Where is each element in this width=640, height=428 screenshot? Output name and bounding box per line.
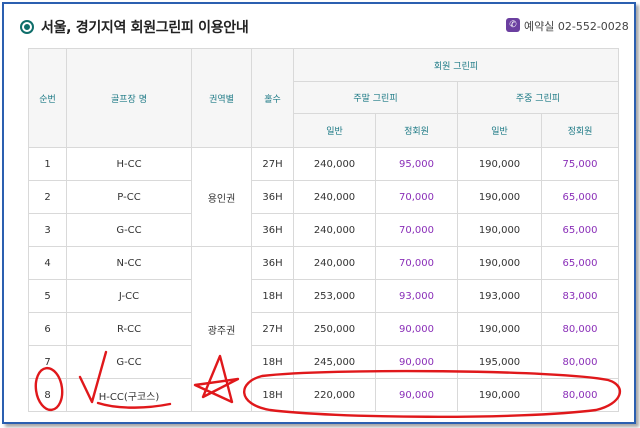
cell-weekend-regular: 240,000: [293, 147, 376, 181]
cell-weekday-member: 65,000: [540, 213, 620, 247]
cell-weekday-regular: 190,000: [457, 312, 542, 346]
table-row: 6 R-CC 27H 250,000 90,000 190,000 80,000: [28, 312, 620, 346]
table-row: 3 G-CC 36H 240,000 70,000 190,000 65,000: [28, 213, 620, 247]
cell-course: J-CC: [66, 279, 192, 313]
cell-weekend-member: 70,000: [375, 180, 458, 214]
col-header-weekday-member: 정회원: [540, 113, 620, 148]
cell-weekday-member: 80,000: [540, 345, 620, 379]
cell-weekend-member: 70,000: [375, 213, 458, 247]
cell-course: G-CC: [66, 345, 192, 379]
cell-course: N-CC: [66, 246, 192, 280]
cell-no: 7: [28, 345, 67, 379]
cell-no: 3: [28, 213, 67, 247]
table-row: 5 J-CC 18H 253,000 93,000 193,000 83,000: [28, 279, 620, 313]
cell-course: R-CC: [66, 312, 192, 346]
cell-weekend-member: 70,000: [375, 246, 458, 280]
cell-weekend-regular: 240,000: [293, 213, 376, 247]
cell-holes: 36H: [251, 213, 294, 247]
cell-weekday-regular: 193,000: [457, 279, 542, 313]
cell-weekday-member: 83,000: [540, 279, 620, 313]
cell-weekend-regular: 220,000: [293, 378, 376, 412]
col-header-holes: 홀수: [251, 48, 294, 148]
page-title: 서울, 경기지역 회원그린피 이용안내: [41, 20, 249, 36]
table-row: 2 P-CC 36H 240,000 70,000 190,000 65,000: [28, 180, 620, 214]
circle-bullet-icon: [22, 22, 32, 32]
cell-weekday-member: 80,000: [540, 378, 620, 412]
col-header-no: 순번: [28, 48, 67, 148]
cell-weekday-member: 80,000: [540, 312, 620, 346]
cell-weekday-regular: 190,000: [457, 147, 542, 181]
content-frame: 서울, 경기지역 회원그린피 이용안내 ✆ 예약실 02-552-0028 순번…: [2, 2, 636, 424]
green-fee-table: 순번 골프장 명 권역별 홀수 회원 그린피 주말 그린피 주중 그린피 일반 …: [28, 48, 620, 412]
cell-course: H-CC: [66, 147, 192, 181]
col-header-weekday-regular: 일반: [457, 113, 542, 148]
table-row: 4 N-CC 광주권 36H 240,000 70,000 190,000 65…: [28, 246, 620, 412]
cell-weekend-member: 95,000: [375, 147, 458, 181]
col-header-member-fee: 회원 그린피: [292, 48, 620, 82]
cell-holes: 18H: [251, 345, 294, 379]
table-row: 1 H-CC 용인권 27H 240,000 95,000 190,000 75…: [28, 147, 620, 247]
cell-no: 1: [28, 147, 67, 181]
cell-weekend-regular: 240,000: [293, 246, 376, 280]
col-header-weekend: 주말 그린피: [293, 81, 458, 114]
col-header-weekend-regular: 일반: [293, 113, 376, 148]
cell-no: 6: [28, 312, 67, 346]
cell-no: 5: [28, 279, 67, 313]
cell-no: 4: [28, 246, 67, 280]
cell-weekday-member: 65,000: [540, 180, 620, 214]
cell-region: 용인권: [191, 147, 252, 247]
cell-course: P-CC: [66, 180, 192, 214]
reservation-phone[interactable]: 예약실 02-552-0028: [524, 18, 629, 34]
cell-holes: 18H: [251, 378, 294, 412]
cell-course: H-CC(구코스): [66, 378, 192, 412]
cell-region: 광주권: [191, 246, 252, 412]
cell-weekday-regular: 190,000: [457, 378, 542, 412]
cell-holes: 27H: [251, 312, 294, 346]
cell-weekday-member: 75,000: [540, 147, 620, 181]
cell-course: G-CC: [66, 213, 192, 247]
cell-no: 2: [28, 180, 67, 214]
table-row: 7 G-CC 18H 245,000 90,000 195,000 80,000: [28, 345, 620, 379]
cell-weekday-regular: 190,000: [457, 246, 542, 280]
page-header: 서울, 경기지역 회원그린피 이용안내 ✆ 예약실 02-552-0028: [4, 4, 634, 42]
col-header-course: 골프장 명: [66, 48, 192, 148]
col-header-region: 권역별: [191, 48, 252, 148]
cell-weekend-member: 93,000: [375, 279, 458, 313]
cell-holes: 27H: [251, 147, 294, 181]
cell-weekend-regular: 253,000: [293, 279, 376, 313]
cell-weekend-regular: 240,000: [293, 180, 376, 214]
cell-holes: 18H: [251, 279, 294, 313]
cell-no: 8: [28, 378, 67, 412]
col-header-weekend-member: 정회원: [375, 113, 458, 148]
cell-weekend-member: 90,000: [375, 345, 458, 379]
cell-weekend-member: 90,000: [375, 378, 458, 412]
cell-weekday-regular: 195,000: [457, 345, 542, 379]
cell-weekday-member: 65,000: [540, 246, 620, 280]
cell-weekend-member: 90,000: [375, 312, 458, 346]
cell-holes: 36H: [251, 246, 294, 280]
col-header-weekday: 주중 그린피: [456, 81, 620, 114]
cell-holes: 36H: [251, 180, 294, 214]
cell-weekend-regular: 250,000: [293, 312, 376, 346]
table-row: 8 H-CC(구코스) 18H 220,000 90,000 190,000 8…: [28, 378, 620, 412]
cell-weekend-regular: 245,000: [293, 345, 376, 379]
cell-weekday-regular: 190,000: [457, 180, 542, 214]
phone-icon: ✆: [506, 18, 520, 32]
cell-weekday-regular: 190,000: [457, 213, 542, 247]
